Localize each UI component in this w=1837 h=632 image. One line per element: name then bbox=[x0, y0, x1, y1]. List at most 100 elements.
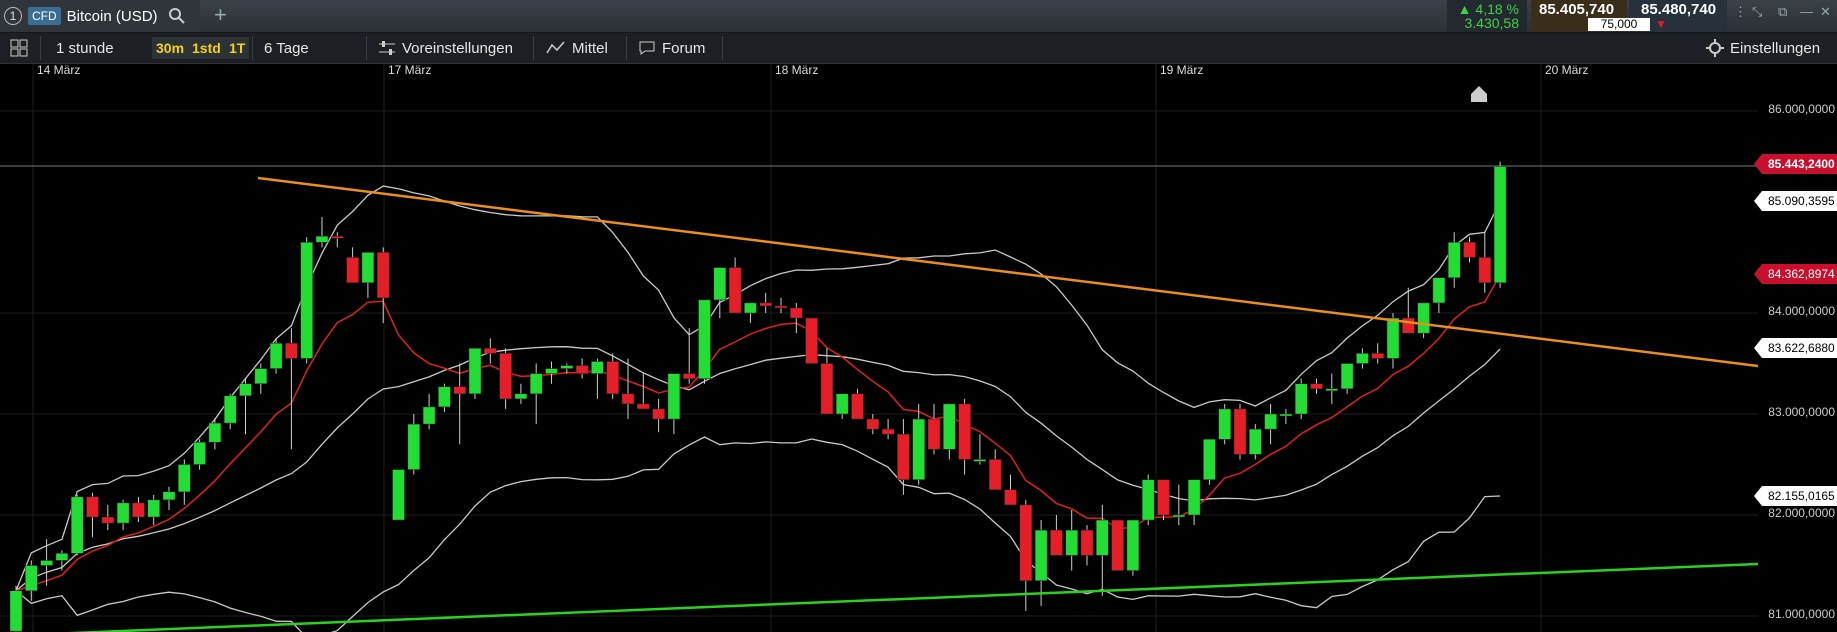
instrument-tab[interactable]: 1 CFD Bitcoin (USD) bbox=[0, 0, 200, 32]
candle bbox=[1356, 353, 1369, 364]
candle bbox=[1004, 489, 1017, 506]
close-icon[interactable]: ✕ bbox=[1820, 4, 1831, 20]
interval-select[interactable]: 1 stunde bbox=[56, 33, 114, 63]
candle bbox=[1034, 529, 1048, 581]
add-tab-button[interactable]: + bbox=[214, 4, 227, 26]
candle bbox=[774, 305, 788, 309]
marker-icon bbox=[1471, 86, 1487, 102]
candle bbox=[1218, 408, 1231, 440]
candle bbox=[1157, 479, 1170, 516]
forum-button[interactable]: Forum bbox=[638, 33, 705, 63]
candle bbox=[1050, 529, 1063, 556]
search-icon[interactable] bbox=[168, 7, 186, 25]
sliders-icon bbox=[379, 41, 395, 55]
price-change: ▲ 4,18 % 3.430,58 bbox=[1447, 0, 1527, 32]
candle bbox=[728, 267, 742, 314]
candle bbox=[698, 299, 711, 379]
candle bbox=[1172, 514, 1186, 518]
window-menu-icon[interactable]: ⋮ bbox=[1734, 4, 1747, 20]
candle bbox=[315, 235, 329, 243]
timeframe-1std[interactable]: 1std bbox=[188, 37, 225, 59]
price-axis-label: 86.000,0000 bbox=[1768, 102, 1835, 116]
minimize-icon[interactable]: — bbox=[1800, 4, 1813, 19]
lower-band-tag: 82.155,0165 bbox=[1754, 486, 1837, 506]
gear-icon bbox=[1706, 39, 1724, 57]
candle bbox=[820, 363, 834, 415]
candle bbox=[1493, 166, 1507, 283]
candle bbox=[897, 433, 910, 480]
timeframe-1t[interactable]: 1T bbox=[225, 37, 250, 59]
range-select[interactable]: 6 Tage bbox=[264, 33, 309, 63]
candle bbox=[1019, 504, 1033, 581]
candle bbox=[652, 408, 665, 420]
cfd-badge: CFD bbox=[28, 7, 61, 25]
candle bbox=[1233, 408, 1247, 455]
candle bbox=[9, 590, 23, 632]
settings-button[interactable]: Einstellungen bbox=[1706, 33, 1820, 63]
candle bbox=[392, 469, 405, 521]
candle bbox=[943, 403, 956, 450]
layout-grid-icon[interactable] bbox=[10, 33, 28, 63]
price-axis-label: 82.000,0000 bbox=[1768, 506, 1835, 520]
moving-average-tag: 84.362,8974 bbox=[1754, 264, 1837, 284]
candle bbox=[269, 343, 283, 369]
candle bbox=[621, 393, 635, 405]
spread-value: 75,000 bbox=[1588, 18, 1650, 31]
indicator-button[interactable]: Mittel bbox=[546, 33, 608, 63]
timeframe-30m[interactable]: 30m bbox=[152, 37, 189, 59]
candle bbox=[1187, 479, 1201, 516]
support-trendline bbox=[67, 562, 1758, 632]
candle bbox=[193, 442, 206, 465]
candlesticks bbox=[9, 161, 1507, 632]
candle bbox=[1294, 383, 1308, 415]
candle bbox=[1065, 529, 1078, 556]
candle bbox=[866, 418, 880, 430]
indicator-icon bbox=[546, 41, 565, 54]
presets-button[interactable]: Voreinstellungen bbox=[378, 33, 513, 63]
candle bbox=[606, 361, 619, 395]
candle bbox=[331, 235, 344, 239]
candle bbox=[545, 368, 558, 374]
collapse-icon[interactable]: ⤡ bbox=[1752, 4, 1762, 20]
candle bbox=[1463, 242, 1476, 258]
upper-band-line bbox=[15, 185, 1501, 592]
lower-band-line bbox=[15, 436, 1501, 632]
popout-icon[interactable]: ⧉ bbox=[1778, 4, 1787, 20]
resistance-trendline bbox=[257, 176, 1758, 368]
chat-icon bbox=[639, 41, 655, 55]
mid-band-tag: 83.622,6880 bbox=[1754, 338, 1837, 358]
title-bar: 1 CFD Bitcoin (USD) + ▲ 4,18 % 3.430,58 … bbox=[0, 0, 1837, 33]
price-axis-label: 81.000,0000 bbox=[1768, 607, 1835, 621]
candle bbox=[86, 496, 99, 518]
candle bbox=[667, 373, 681, 420]
spread-down-icon: ▼ bbox=[1655, 17, 1667, 31]
candle bbox=[116, 502, 130, 524]
candle bbox=[55, 553, 69, 561]
candle bbox=[1249, 428, 1262, 455]
price-chart[interactable] bbox=[0, 64, 1758, 632]
candle bbox=[988, 459, 1002, 491]
candle bbox=[744, 302, 757, 314]
candle bbox=[361, 252, 375, 283]
price-axis-label: 83.000,0000 bbox=[1768, 405, 1835, 419]
candle bbox=[239, 383, 252, 397]
candle bbox=[1264, 413, 1277, 430]
bollinger-bands bbox=[15, 185, 1501, 632]
candle bbox=[1325, 388, 1339, 391]
candle bbox=[422, 406, 436, 425]
candle bbox=[1310, 383, 1323, 390]
candle bbox=[1096, 519, 1109, 556]
upper-band-tag: 85.090,3595 bbox=[1754, 191, 1837, 211]
candle bbox=[1447, 242, 1461, 278]
candle bbox=[285, 343, 298, 359]
candle bbox=[912, 418, 925, 480]
candle bbox=[132, 502, 145, 518]
ask-price: 85.480,740 bbox=[1641, 1, 1717, 18]
candle bbox=[407, 423, 421, 470]
presets-label: Voreinstellungen bbox=[402, 39, 513, 57]
candle bbox=[40, 560, 53, 566]
candle bbox=[591, 361, 604, 374]
moving-average-line bbox=[15, 274, 1501, 592]
moving-average bbox=[15, 274, 1501, 592]
candle bbox=[958, 403, 971, 460]
